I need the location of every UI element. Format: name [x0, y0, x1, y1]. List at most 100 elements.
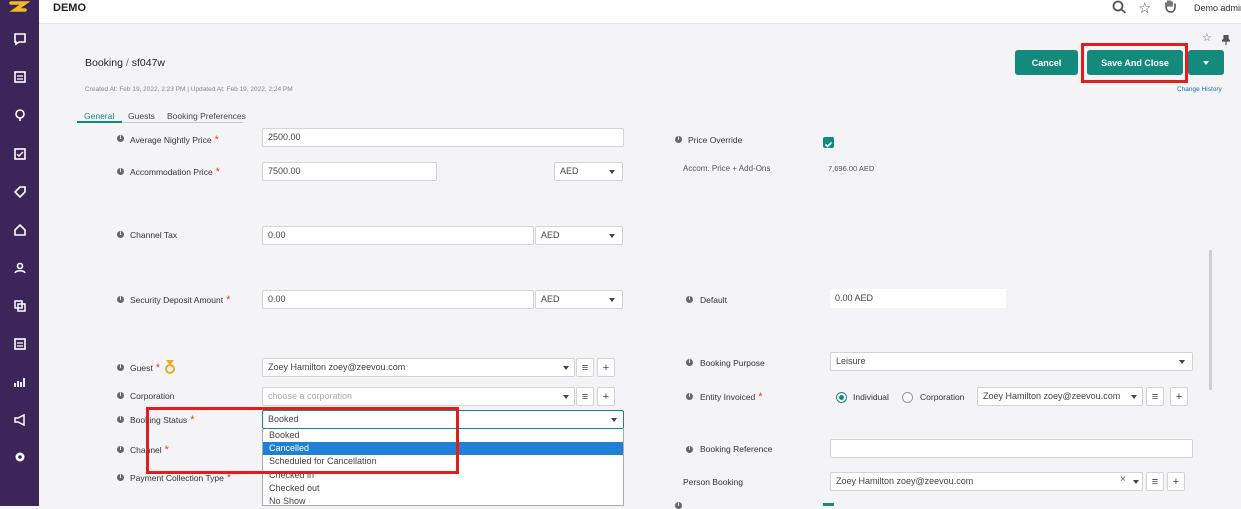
caret-down-icon [1203, 60, 1209, 65]
add-icon[interactable]: + [597, 387, 615, 406]
star-icon[interactable]: ☆ [1138, 0, 1151, 17]
caret-down-icon [609, 298, 615, 302]
favorite-icon[interactable]: ☆ [1202, 31, 1212, 44]
guest-select[interactable]: Zoey Hamilton zoey@zeevou.com [262, 358, 575, 377]
info-icon: i [686, 296, 693, 303]
booking-reference-input[interactable] [830, 439, 1193, 458]
home-icon[interactable] [0, 219, 39, 241]
info-icon: i [117, 416, 124, 423]
list-icon[interactable]: ≡ [1146, 387, 1164, 406]
tab-guests[interactable]: Guests [128, 111, 155, 121]
info-icon: i [117, 446, 124, 453]
corporation-radio[interactable] [902, 392, 913, 403]
accom-addons-value: 7,696.00 AED [828, 164, 875, 173]
map-pin-icon[interactable] [0, 104, 39, 126]
status-option[interactable]: No Show [263, 495, 623, 508]
copy-icon[interactable] [0, 295, 39, 317]
avg-nightly-label: Average Nightly Price * [130, 134, 219, 146]
default-label: Default [700, 295, 727, 305]
channel-tax-input[interactable]: 0.00 [262, 226, 534, 245]
list-icon[interactable]: ≡ [576, 387, 594, 406]
record-meta: Created At: Feb 19, 2022, 2:23 PM | Upda… [85, 86, 293, 93]
info-icon: i [117, 296, 124, 303]
info-icon: i [675, 136, 682, 143]
add-icon[interactable]: + [1167, 472, 1185, 491]
corporation-radio-label[interactable]: Corporation [920, 392, 964, 402]
caret-down-icon [1131, 395, 1137, 399]
logo[interactable] [7, 0, 31, 18]
info-icon: i [117, 364, 124, 371]
calendar-icon[interactable] [0, 333, 39, 355]
caret-down-icon [1179, 360, 1185, 364]
info-icon: i [117, 135, 124, 142]
pin-icon[interactable] [1220, 32, 1232, 50]
info-icon: i [686, 393, 693, 400]
breadcrumb-separator: / [125, 57, 129, 69]
user-icon[interactable] [0, 257, 39, 279]
caret-down-icon [563, 395, 569, 399]
gear-icon[interactable] [0, 446, 39, 468]
tag-icon[interactable] [0, 181, 39, 203]
booking-purpose-label: Booking Purpose [700, 358, 765, 368]
brand: DEMO [53, 2, 86, 14]
individual-radio-label[interactable]: Individual [853, 392, 889, 402]
accommodation-price-input[interactable]: 7500.00 [262, 162, 437, 181]
medal-icon [164, 360, 176, 379]
add-icon[interactable]: + [597, 358, 615, 377]
caret-down-icon [563, 366, 569, 370]
person-booking-select[interactable]: Zoey Hamilton zoey@zeevou.com [830, 472, 1143, 491]
corporation-label: Corporation [130, 391, 175, 401]
person-booking-label: Person Booking [683, 477, 744, 487]
corporation-select[interactable]: choose a corporation [262, 387, 575, 406]
user-name[interactable]: Demo admin [1194, 3, 1241, 13]
change-history-link[interactable]: Change History [1177, 86, 1222, 93]
chat-icon[interactable] [0, 28, 39, 50]
breadcrumb-parent[interactable]: Booking [85, 57, 123, 69]
info-icon: i [686, 359, 693, 366]
info-icon: i [686, 446, 693, 453]
guest-label: Guest * [130, 362, 160, 374]
price-override-checkbox[interactable] [823, 137, 834, 148]
entity-invoiced-select[interactable]: Zoey Hamilton zoey@zeevou.com [977, 387, 1143, 406]
add-icon[interactable]: + [1170, 387, 1188, 406]
individual-radio[interactable] [836, 392, 847, 403]
avg-nightly-input[interactable]: 2500.00 [262, 128, 624, 147]
active-tab-indicator [77, 121, 122, 123]
highlight-box [146, 407, 459, 474]
highlight-box [1081, 43, 1188, 83]
tab-booking-preferences[interactable]: Booking Preferences [167, 111, 246, 121]
megaphone-icon[interactable] [0, 409, 39, 431]
booking-reference-label: Booking Reference [700, 444, 773, 454]
breadcrumb: Booking / sf047w [85, 57, 165, 69]
accommodation-price-label: Accommodation Price * [130, 166, 220, 178]
list-icon[interactable]: ≡ [576, 358, 594, 377]
list-icon[interactable]: ≡ [1146, 472, 1164, 491]
status-option[interactable]: Checked out [263, 482, 623, 495]
search-icon[interactable] [1112, 0, 1128, 19]
info-icon: i [117, 231, 124, 238]
security-deposit-label: Security Deposit Amount * [130, 294, 231, 306]
accom-addons-label: Accom. Price + Add-Ons [683, 164, 771, 173]
caret-down-icon [609, 170, 615, 174]
breadcrumb-current: sf047w [131, 57, 165, 69]
security-deposit-input[interactable]: 0.00 [262, 290, 534, 309]
inbox-icon[interactable] [0, 66, 39, 88]
caret-down-icon [609, 234, 615, 238]
checklist-icon[interactable] [0, 143, 39, 165]
hand-icon[interactable] [1164, 0, 1176, 18]
entity-invoiced-label: Entity Invoiced * [700, 391, 763, 403]
info-icon: i [117, 474, 124, 481]
clear-icon[interactable]: × [1120, 474, 1126, 485]
cancel-button[interactable]: Cancel [1015, 50, 1078, 75]
tab-general[interactable]: General [84, 111, 114, 121]
caret-up-icon [611, 418, 617, 422]
info-icon: i [117, 392, 124, 399]
sidebar [0, 0, 39, 506]
more-actions-button[interactable] [1188, 50, 1224, 75]
chart-icon[interactable] [0, 371, 39, 393]
booking-purpose-select[interactable]: Leisure [830, 352, 1193, 371]
price-override-label: Price Override [688, 135, 743, 145]
default-value: 0.00 AED [830, 289, 1006, 308]
caret-down-icon [1133, 480, 1139, 484]
scrollbar[interactable] [1209, 250, 1212, 390]
